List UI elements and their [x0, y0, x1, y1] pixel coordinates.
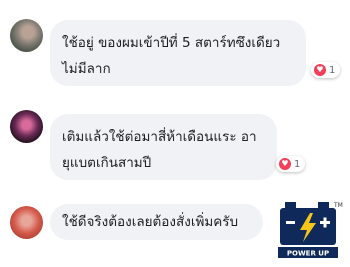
comment-bubble-2: เติมแล้วใช้ต่อมาสี่ห้าเดือนแระ อา ยุแบตเ…: [50, 114, 277, 180]
logo-trademark: TM: [333, 202, 343, 209]
heart-icon: ♥: [279, 158, 291, 170]
reaction-count-text: 1: [329, 64, 336, 76]
commenter-avatar-1[interactable]: [10, 19, 43, 52]
comment-text-line: ใช้อยู่ ของผมเข้าปีที่ 5 สตาร์ทซึงเดียว: [62, 35, 281, 51]
commenter-avatar-3[interactable]: [10, 206, 43, 239]
heart-icon: ♥: [314, 64, 326, 76]
comment-bubble-1: ใช้อยู่ ของผมเข้าปีที่ 5 สตาร์ทซึงเดียว …: [50, 20, 306, 86]
power-up-logo: POWER UP TM: [278, 202, 343, 258]
commenter-avatar-2[interactable]: [10, 110, 43, 143]
comment-text-line: ใช้ดีจริงต้องเลยต้องสั่งเพิ่มครับ: [62, 214, 239, 230]
reaction-count-1[interactable]: ♥ 1: [311, 62, 341, 78]
logo-text: POWER UP: [287, 250, 329, 258]
comment-text-line: ไม่มีลาก: [62, 61, 111, 77]
reaction-count-text: 1: [294, 158, 301, 170]
comment-bubble-3: ใช้ดีจริงต้องเลยต้องสั่งเพิ่มครับ: [50, 204, 263, 240]
battery-lightning-icon: [280, 202, 336, 245]
comment-text-line: เติมแล้วใช้ต่อมาสี่ห้าเดือนแระ อา: [62, 129, 257, 145]
reaction-count-2[interactable]: ♥ 1: [276, 156, 306, 172]
comment-text-line: ยุแบตเกินสามปี: [62, 155, 152, 171]
